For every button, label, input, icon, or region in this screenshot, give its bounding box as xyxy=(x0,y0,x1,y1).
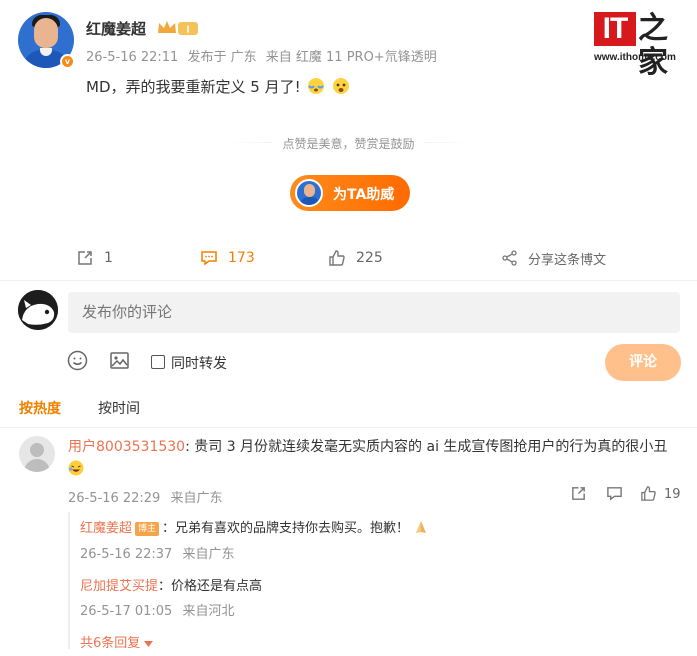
crying-face-emoji-icon xyxy=(308,78,325,94)
reply-location: 来自河北 xyxy=(182,604,235,619)
forward-checkbox[interactable] xyxy=(151,355,165,369)
reward-caption-text: 点赞是美意，赞赏是鼓励 xyxy=(272,137,425,151)
reply-text: ：价格还是有点高 xyxy=(158,579,263,594)
post-date[interactable]: 26-5-16 22:11 xyxy=(86,50,178,65)
submit-comment-button[interactable]: 评论 xyxy=(605,344,681,381)
reply-date: 26-5-16 22:37 xyxy=(80,547,173,562)
more-replies-label: 共6条回复 xyxy=(80,636,141,651)
logo-url: www.ithome.com xyxy=(594,52,676,63)
level-badge-text: I xyxy=(187,25,190,36)
share-icon xyxy=(502,250,517,266)
share-label: 分享这条博文 xyxy=(528,252,607,268)
cheer-button[interactable]: 为TA助威 xyxy=(290,175,410,211)
verified-badge-icon: v xyxy=(60,54,75,69)
comment-like-icon[interactable] xyxy=(640,485,657,502)
avatar-face xyxy=(34,18,58,48)
caret-down-icon xyxy=(144,641,154,647)
like-button[interactable]: 225 xyxy=(328,247,383,269)
commenter-name[interactable]: 用户8003531530 xyxy=(68,439,185,455)
comment-button[interactable]: 173 xyxy=(200,247,255,269)
tab-sort-time[interactable]: 按时间 xyxy=(98,398,140,418)
reply-item: 红魔姜超 博主 ：兄弟有喜欢的品牌支持你去购买。抱歉！ xyxy=(80,517,429,536)
cheer-button-label: 为TA助威 xyxy=(333,187,395,203)
comment-meta: 26-5-16 22:29 来自广东 xyxy=(68,487,229,506)
tab-sort-hot[interactable]: 按热度 xyxy=(19,398,61,418)
reply-item: 尼加提艾买提：价格还是有点高 xyxy=(80,575,262,594)
more-replies-link[interactable]: 共6条回复 xyxy=(80,632,154,651)
comment-location: 来自广东 xyxy=(170,491,223,506)
post-text: MD，弄的我要重新定义 5 月了! xyxy=(86,76,350,97)
ithome-logo: IT 之家 www.ithome.com xyxy=(592,8,688,80)
logo-chinese: 之家 xyxy=(638,11,668,80)
reply-date: 26-5-17 01:05 xyxy=(80,604,173,619)
author-badge: 博主 xyxy=(135,522,160,536)
comment-like-count: 19 xyxy=(664,487,681,502)
reply-author-name[interactable]: 尼加提艾买提 xyxy=(80,579,158,594)
emoji-icon[interactable] xyxy=(67,350,88,371)
reward-caption: 点赞是美意，赞赏是鼓励 xyxy=(0,135,697,152)
repost-icon xyxy=(78,251,92,265)
comment-count: 173 xyxy=(228,250,255,266)
post-text-content: MD，弄的我要重新定义 5 月了! xyxy=(86,78,301,96)
thumbs-up-icon xyxy=(329,250,345,266)
reply-text: ：兄弟有喜欢的品牌支持你去购买。抱歉！ xyxy=(162,521,410,536)
comment-input[interactable] xyxy=(68,292,680,333)
reply-thread: 红魔姜超 博主 ：兄弟有喜欢的品牌支持你去购买。抱歉！ 26-5-16 22:37 … xyxy=(68,512,680,651)
comment-icon xyxy=(201,251,217,266)
reply-location: 来自广东 xyxy=(182,547,235,562)
sweat-face-emoji-icon xyxy=(333,78,350,94)
logo-it: IT xyxy=(594,12,636,46)
comment-text: : 贵司 3 月份就连续发毫无实质内容的 ai 生成宣传图抢用户的行为真的很小丑 xyxy=(185,439,668,455)
cheer-avatar xyxy=(295,179,323,207)
post-location: 发布于 广东 xyxy=(187,50,257,65)
reply-meta: 26-5-17 01:05 来自河北 xyxy=(80,600,241,619)
vip-crown-icon: I xyxy=(158,21,198,36)
post-source: 来自 红魔 11 PRO+氘锋透明 xyxy=(265,50,437,65)
repost-count: 1 xyxy=(104,250,113,266)
comment-reply-icon[interactable] xyxy=(606,485,623,502)
comment-body: 用户8003531530: 贵司 3 月份就连续发毫无实质内容的 ai 生成宣传… xyxy=(68,436,667,456)
post-meta: 26-5-16 22:11 发布于 广东 来自 红魔 11 PRO+氘锋透明 xyxy=(86,46,442,65)
repost-button[interactable]: 1 xyxy=(76,247,113,269)
image-upload-icon[interactable] xyxy=(109,350,130,371)
my-avatar[interactable] xyxy=(18,290,58,330)
comments-divider xyxy=(0,427,697,428)
post-author-name[interactable]: 红魔姜超 xyxy=(86,18,146,39)
commenter-avatar[interactable] xyxy=(19,436,55,472)
forward-label: 同时转发 xyxy=(171,356,227,372)
laughing-emoji-icon xyxy=(68,460,84,476)
reply-meta: 26-5-16 22:37 来自广东 xyxy=(80,543,241,562)
like-count: 225 xyxy=(356,250,383,266)
share-button[interactable]: 分享这条博文 xyxy=(502,247,606,269)
action-divider xyxy=(0,280,697,281)
comment-repost-icon[interactable] xyxy=(570,485,587,502)
reply-author-name[interactable]: 红魔姜超 xyxy=(80,521,132,536)
comment-date: 26-5-16 22:29 xyxy=(68,491,161,506)
cat-avatar-icon xyxy=(18,290,58,330)
folded-hands-emoji-icon xyxy=(416,521,427,533)
